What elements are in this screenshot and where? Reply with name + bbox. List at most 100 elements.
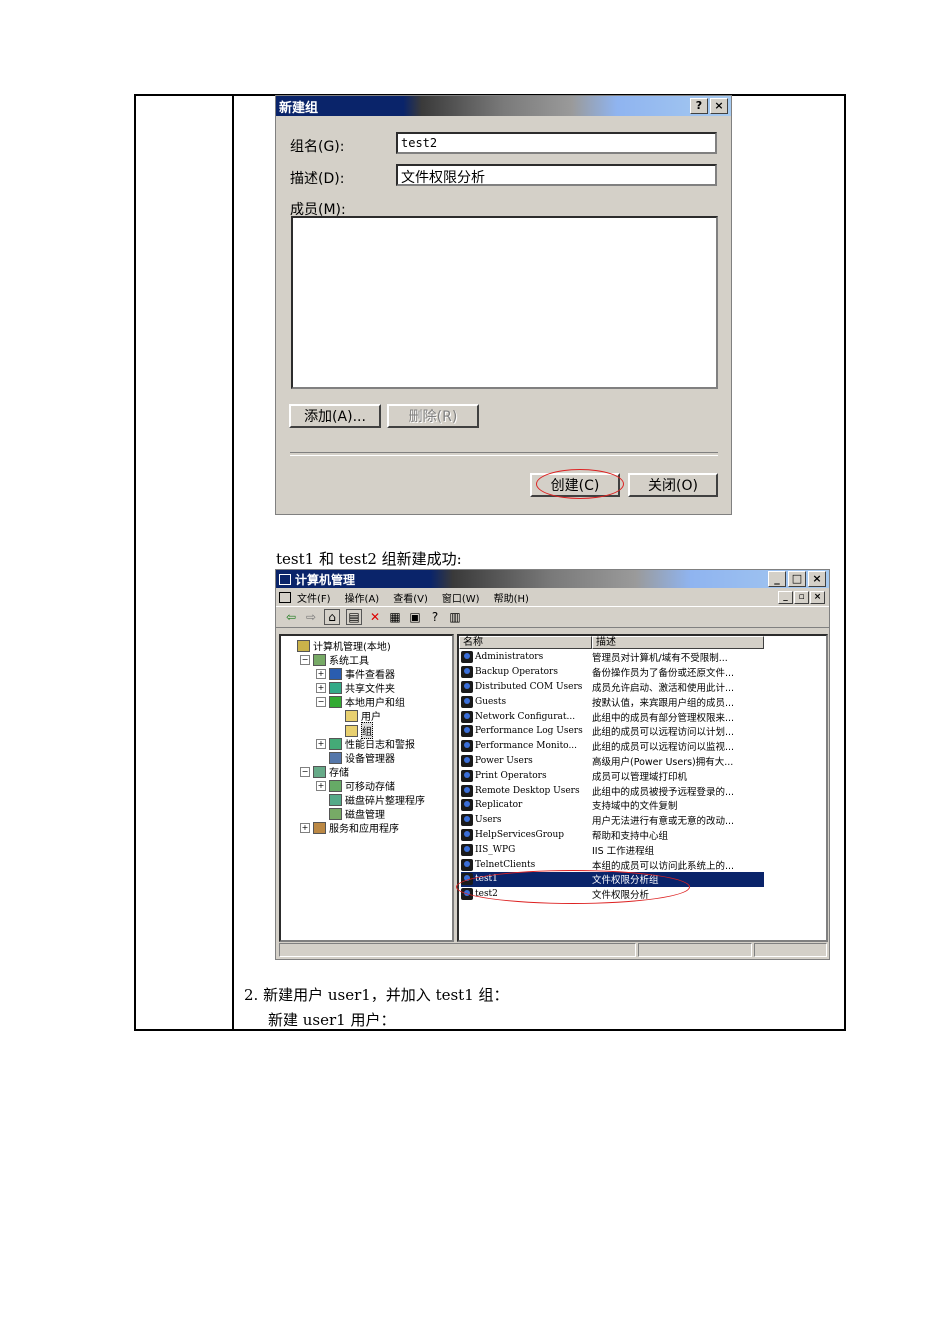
group-name-text: Distributed COM Users <box>475 681 583 692</box>
table-row[interactable]: HelpServicesGroup 帮助和支持中心组 <box>461 828 764 843</box>
up-folder-icon[interactable]: ⌂ <box>324 609 340 625</box>
table-row[interactable]: Performance Monito... 此组的成员可以远程访问以监视... <box>461 739 764 754</box>
expand-icon[interactable]: + <box>316 668 326 679</box>
table-row[interactable]: Remote Desktop Users 此组中的成员被授予远程登录的... <box>461 783 764 798</box>
tree-item-label: 可移动存储 <box>345 782 395 793</box>
dialog-titlebar: 新建组 ? × <box>276 96 731 116</box>
add-button[interactable]: 添加(A)... <box>289 404 381 428</box>
forward-icon[interactable]: ⇨ <box>304 610 318 624</box>
tree-node-icon <box>329 695 342 708</box>
expand-icon[interactable]: + <box>316 780 326 791</box>
tree-pane[interactable]: 计算机管理(本地) − 系统工具 + 事件查看器 + 共享文件夹 − 本地用户和组 用户组 + 性能日… <box>279 634 454 942</box>
table-row[interactable]: Guests 按默认值，来宾跟用户组的成员... <box>461 694 764 709</box>
group-name-input[interactable]: test2 <box>396 132 717 154</box>
group-icon <box>461 666 473 679</box>
tree-item[interactable]: 用户 <box>332 708 381 723</box>
tree-item-label: 共享文件夹 <box>345 684 395 695</box>
group-description-cell: 备份操作员为了备份或还原文件... <box>592 668 735 680</box>
export-icon[interactable]: ▣ <box>408 610 422 624</box>
group-name-text: Network Configurat... <box>475 711 576 722</box>
column-description[interactable]: 描述 <box>592 636 764 649</box>
group-description-cell: 此组中的成员有部分管理权限来... <box>592 712 735 724</box>
group-icon <box>461 843 473 856</box>
minimize-icon[interactable]: _ <box>768 571 786 587</box>
table-row[interactable]: TelnetClients 本组的成员可以访问此系统上的... <box>461 857 764 872</box>
group-name-text: Remote Desktop Users <box>475 785 580 796</box>
child-minimize-icon[interactable]: _ <box>778 590 793 604</box>
group-name-text: Administrators <box>475 652 544 663</box>
table-row[interactable]: Print Operators 成员可以管理域打印机 <box>461 768 764 783</box>
menu-help[interactable]: 帮助(H) <box>494 590 529 605</box>
group-name-text: Performance Monito... <box>475 741 578 752</box>
tree-item[interactable]: − 本地用户和组 <box>316 694 405 709</box>
table-row[interactable]: IIS_WPG IIS 工作进程组 <box>461 842 764 857</box>
tree-item[interactable]: 计算机管理(本地) <box>284 638 391 653</box>
close-icon[interactable]: × <box>710 98 728 114</box>
tree-item-label: 磁盘碎片整理程序 <box>345 796 425 807</box>
tree-node-icon <box>329 681 342 694</box>
expand-icon[interactable]: + <box>316 682 326 693</box>
table-row[interactable]: Users 用户无法进行有意或无意的改动... <box>461 813 764 828</box>
computer-icon <box>279 573 291 585</box>
members-list[interactable] <box>291 216 718 389</box>
menu-action[interactable]: 操作(A) <box>345 590 380 605</box>
tree-item[interactable]: − 存储 <box>300 764 349 779</box>
console-view-icon[interactable]: ▥ <box>448 610 462 624</box>
tree-item[interactable]: + 可移动存储 <box>316 778 395 793</box>
column-name[interactable]: 名称 <box>459 636 592 649</box>
group-name-text: IIS_WPG <box>475 844 516 855</box>
properties-icon[interactable]: ▦ <box>388 610 402 624</box>
tree-item-label: 计算机管理(本地) <box>313 642 391 653</box>
group-name-cell: TelnetClients <box>461 858 592 871</box>
tree-item[interactable]: − 系统工具 <box>300 652 369 667</box>
menu-window[interactable]: 窗口(W) <box>442 590 480 605</box>
group-name-cell: Replicator <box>461 799 592 812</box>
collapse-icon[interactable]: − <box>316 696 326 707</box>
delete-icon[interactable]: ✕ <box>368 610 382 624</box>
table-row[interactable]: Power Users 高级用户(Power Users)拥有大... <box>461 754 764 769</box>
table-row[interactable]: Replicator 支持域中的文件复制 <box>461 798 764 813</box>
tree-item[interactable]: 磁盘碎片整理程序 <box>316 792 425 807</box>
child-restore-icon[interactable]: ▫ <box>794 590 809 604</box>
tree-item[interactable]: + 服务和应用程序 <box>300 820 399 835</box>
group-description-cell: 成员允许启动、激活和使用此计... <box>592 682 735 694</box>
close-button[interactable]: 关闭(O) <box>628 473 718 497</box>
expand-icon[interactable]: + <box>316 738 326 749</box>
tree-item-label: 磁盘管理 <box>345 810 385 821</box>
show-tree-icon[interactable]: ▤ <box>346 609 362 625</box>
tree-item[interactable]: + 性能日志和警报 <box>316 736 415 751</box>
tree-node-icon <box>329 779 342 792</box>
maximize-icon[interactable]: □ <box>788 571 806 587</box>
table-row[interactable]: Administrators 管理员对计算机/域有不受限制... <box>461 650 764 665</box>
tree-node-icon <box>329 737 342 750</box>
group-name-cell: Print Operators <box>461 769 592 782</box>
tree-item[interactable]: 磁盘管理 <box>316 806 385 821</box>
window-title: 计算机管理 <box>295 572 356 587</box>
close-icon[interactable]: × <box>808 571 826 587</box>
remove-button[interactable]: 删除(R) <box>387 404 479 428</box>
table-row[interactable]: Distributed COM Users 成员允许启动、激活和使用此计... <box>461 680 764 695</box>
table-row[interactable]: Performance Log Users 此组的成员可以远程访问以计划... <box>461 724 764 739</box>
collapse-icon[interactable]: − <box>300 654 310 665</box>
group-description-cell: 此组的成员可以远程访问以监视... <box>592 742 735 754</box>
tree-item[interactable]: + 事件查看器 <box>316 666 395 681</box>
description-input[interactable]: 文件权限分析 <box>396 164 717 186</box>
menu-view[interactable]: 查看(V) <box>393 590 428 605</box>
table-row[interactable]: Network Configurat... 此组中的成员有部分管理权限来... <box>461 709 764 724</box>
tree-item[interactable]: 设备管理器 <box>316 750 395 765</box>
help-icon[interactable]: ? <box>428 610 442 624</box>
menu-file[interactable]: 文件(F) <box>297 590 331 605</box>
back-icon[interactable]: ⇦ <box>284 610 298 624</box>
group-icon <box>461 769 473 782</box>
collapse-icon[interactable]: − <box>300 766 310 777</box>
child-close-icon[interactable]: × <box>810 590 825 604</box>
group-description-cell: 此组中的成员被授予远程登录的... <box>592 786 735 798</box>
tree-item-label: 用户 <box>361 712 381 723</box>
highlight-circle <box>536 469 624 499</box>
group-name-label: 组名(G): <box>290 139 345 155</box>
help-button[interactable]: ? <box>690 98 708 114</box>
tree-node-icon <box>329 751 342 764</box>
tree-item[interactable]: + 共享文件夹 <box>316 680 395 695</box>
expand-icon[interactable]: + <box>300 822 310 833</box>
table-row[interactable]: Backup Operators 备份操作员为了备份或还原文件... <box>461 665 764 680</box>
